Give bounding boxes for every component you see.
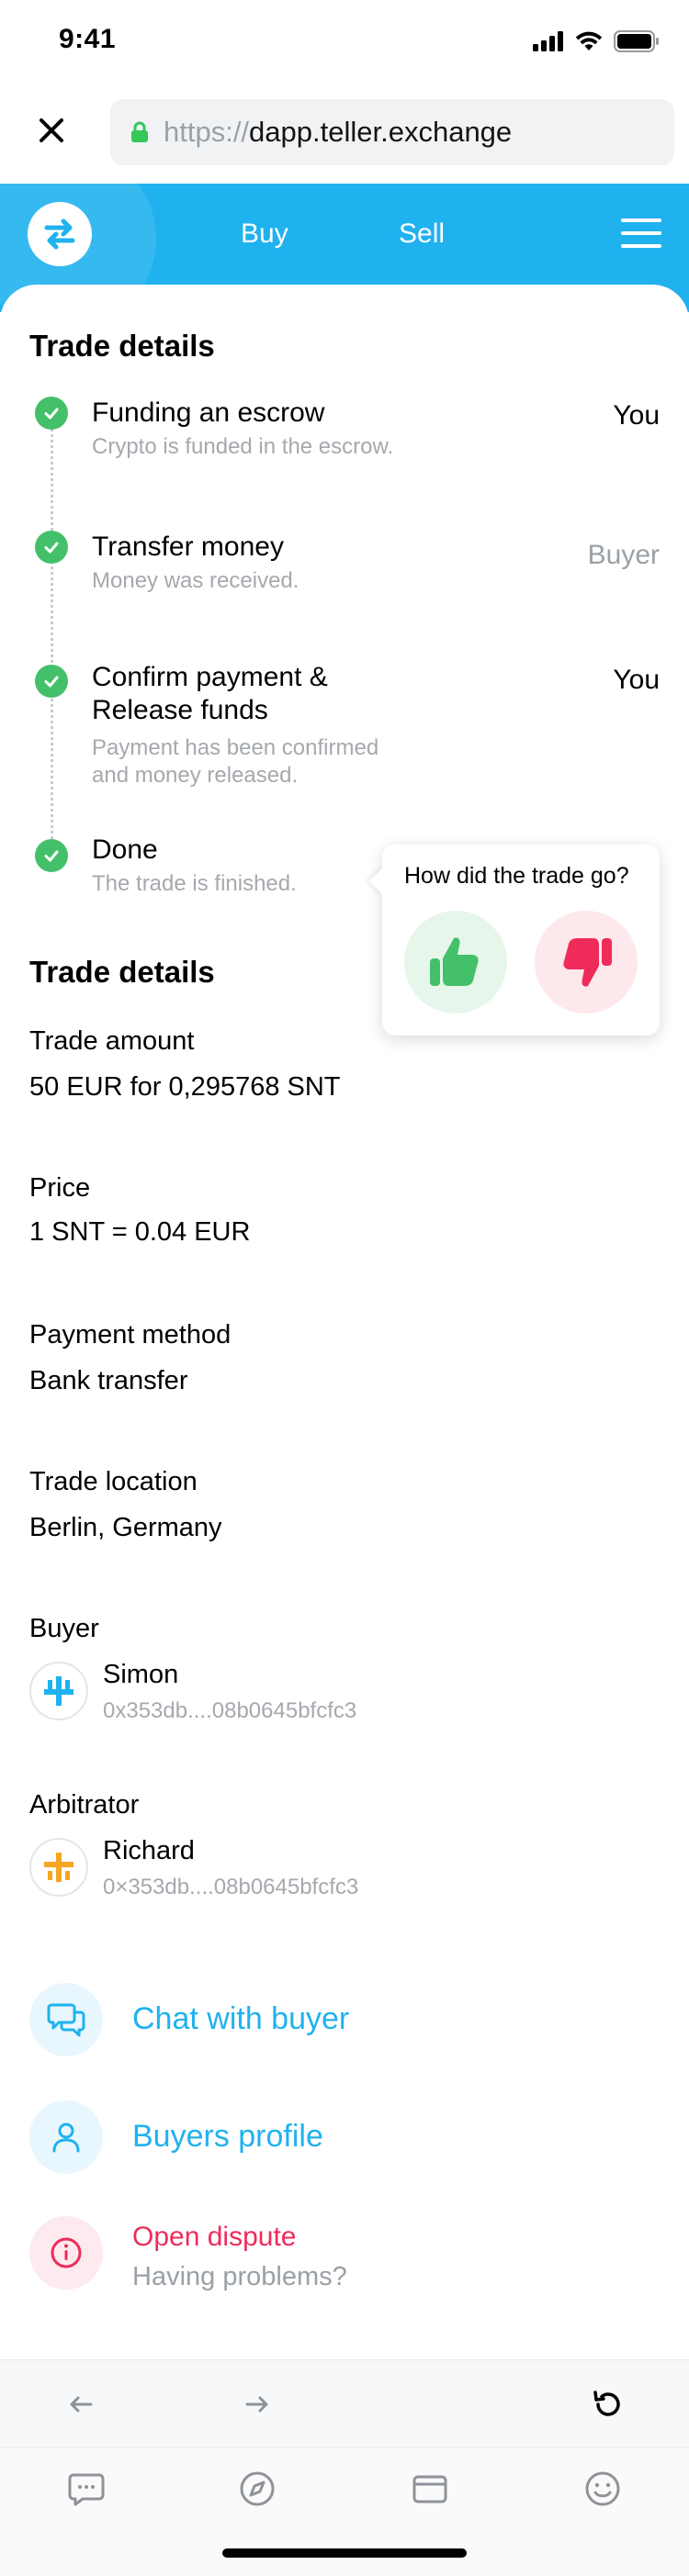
tab-wallet[interactable] (408, 2467, 452, 2511)
trade-location-label: Trade location (29, 1467, 198, 1496)
step-description: Crypto is funded in the escrow. (92, 434, 394, 459)
status-icons (533, 28, 660, 55)
payment-method-label: Payment method (29, 1320, 232, 1350)
step-title-line2: Release funds (92, 695, 268, 725)
step-title: Funding an escrow (92, 398, 325, 428)
tab-browser[interactable] (235, 2467, 279, 2511)
profile-label: Buyers profile (132, 2119, 323, 2154)
arbitrator-identity[interactable]: Richard 0×353db....08b0645bfcfc3 (29, 1836, 654, 1902)
wallet-icon (412, 2475, 447, 2503)
menu-line (621, 244, 661, 248)
url-protocol: https:// (164, 116, 250, 148)
arbitrator-avatar (29, 1838, 88, 1897)
trade-amount-label: Trade amount (29, 1026, 195, 1056)
exchange-logo-icon (44, 218, 75, 250)
chat-bubbles-icon (47, 2003, 85, 2037)
buyer-label: Buyer (29, 1614, 99, 1643)
arbitrator-name: Richard (103, 1836, 195, 1865)
identicon-icon (44, 1676, 73, 1706)
step-title: Transfer money (92, 532, 284, 562)
profile-icon-wrap (29, 2100, 103, 2174)
identicon-icon (44, 1853, 73, 1882)
back-button[interactable] (62, 2386, 99, 2423)
home-indicator (222, 2548, 467, 2558)
step-actor: You (613, 400, 660, 431)
buyer-identity[interactable]: Simon 0x353db....08b0645bfcfc3 (29, 1660, 654, 1726)
check-circle-icon (35, 839, 68, 872)
menu-line (621, 218, 661, 222)
feedback-question: How did the trade go? (404, 863, 629, 889)
thumbs-up-icon (430, 937, 479, 986)
arbitrator-label: Arbitrator (29, 1790, 140, 1820)
step-actor: You (613, 665, 660, 695)
thumbs-down-button[interactable] (535, 911, 638, 1014)
info-alert-icon (51, 2237, 82, 2268)
progress-title: Trade details (29, 329, 215, 363)
step-description: The trade is finished. (92, 871, 297, 896)
dispute-label: Open dispute (132, 2222, 297, 2252)
trade-location-value: Berlin, Germany (29, 1513, 222, 1542)
tab-chat[interactable] (64, 2467, 108, 2511)
arrow-left-icon (70, 2396, 93, 2413)
chat-with-buyer-button[interactable]: Chat with buyer (29, 1983, 663, 2060)
user-icon (52, 2122, 80, 2153)
step-title: Done (92, 834, 158, 865)
nav-buy[interactable]: Buy (241, 218, 288, 250)
buyer-avatar (29, 1662, 88, 1720)
chat-icon-wrap (29, 1983, 103, 2056)
url-host: dapp.teller.exchange (249, 116, 513, 148)
status-bar: 9:41 (0, 0, 689, 83)
close-browser-button[interactable] (33, 112, 70, 149)
status-time: 9:41 (59, 24, 117, 54)
thumbs-up-button[interactable] (404, 911, 507, 1014)
nav-sell[interactable]: Sell (399, 218, 445, 250)
close-icon (40, 118, 63, 142)
price-label: Price (29, 1173, 91, 1203)
step-description-line2: and money released. (92, 763, 299, 788)
buyer-address: 0x353db....08b0645bfcfc3 (103, 1698, 357, 1723)
timeline-connector (51, 422, 53, 845)
reload-icon (593, 2391, 620, 2416)
compass-icon (240, 2471, 275, 2506)
step-title-line1: Confirm payment & (92, 662, 328, 692)
browser-url-row: https://dapp.teller.exchange (0, 92, 689, 173)
thumbs-down-icon (563, 938, 612, 987)
step-actor: Buyer (587, 540, 660, 570)
dispute-icon-wrap (29, 2216, 103, 2290)
buyers-profile-button[interactable]: Buyers profile (29, 2100, 663, 2178)
price-value: 1 SNT = 0.04 EUR (29, 1217, 251, 1247)
check-circle-icon (35, 397, 68, 430)
check-circle-icon (35, 531, 68, 564)
open-dispute-button[interactable]: Open dispute Having problems? (29, 2216, 663, 2293)
details-title: Trade details (29, 955, 215, 989)
teller-logo[interactable] (28, 202, 92, 266)
smiley-icon (585, 2471, 620, 2506)
wifi-icon (575, 31, 603, 50)
check-circle-icon (35, 665, 68, 698)
step-description: Money was received. (92, 568, 299, 593)
tab-profile[interactable] (581, 2467, 625, 2511)
trade-feedback-popover: How did the trade go? (368, 845, 660, 1036)
browser-navigation-bar (0, 2359, 689, 2447)
trade-amount-value: 50 EUR for 0,295768 SNT (29, 1072, 341, 1102)
reload-button[interactable] (590, 2386, 627, 2423)
cellular-signal-icon (533, 31, 563, 51)
payment-method-value: Bank transfer (29, 1366, 188, 1395)
buyer-name: Simon (103, 1660, 179, 1689)
step-description-line1: Payment has been confirmed (92, 735, 379, 760)
chat-icon (68, 2473, 105, 2506)
dispute-sublabel: Having problems? (132, 2262, 347, 2291)
arrow-right-icon (245, 2396, 268, 2413)
forward-button[interactable] (239, 2386, 276, 2423)
lock-icon (131, 121, 148, 142)
menu-line (621, 231, 661, 235)
hamburger-menu-button[interactable] (621, 218, 661, 250)
arbitrator-address: 0×353db....08b0645bfcfc3 (103, 1875, 359, 1899)
address-bar[interactable]: https://dapp.teller.exchange (110, 99, 674, 165)
chat-label: Chat with buyer (132, 2001, 350, 2036)
battery-icon (614, 30, 659, 52)
